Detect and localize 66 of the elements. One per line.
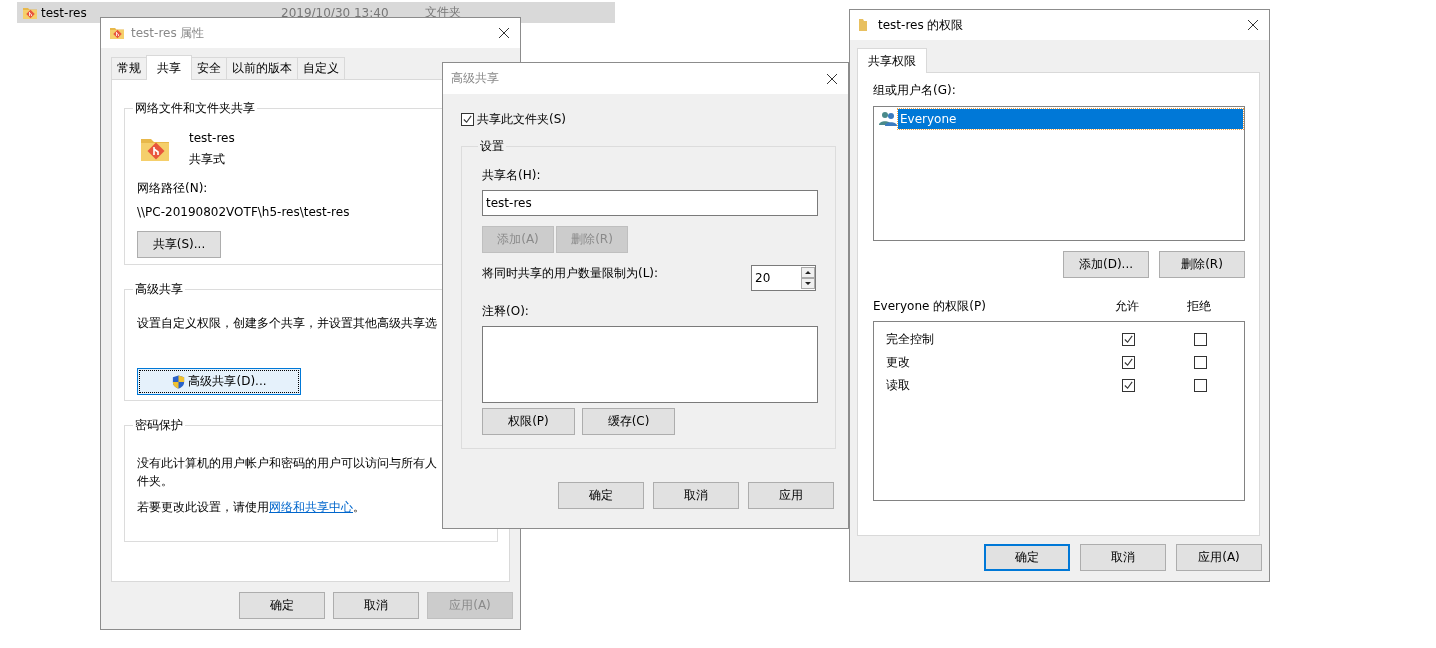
tab[interactable]: 共享权限 xyxy=(857,48,927,73)
advanced-sharing-button[interactable]: 高级共享(D)... xyxy=(137,368,301,395)
dialog-button[interactable]: 缓存(C) xyxy=(582,408,675,435)
dialog-button[interactable]: 确定 xyxy=(984,544,1070,571)
dialog-button[interactable]: 确定 xyxy=(558,482,644,509)
group-heading: 密码保护 xyxy=(134,417,184,434)
users-label: 组或用户名(G): xyxy=(873,82,957,99)
comment-label: 注释(O): xyxy=(482,303,530,320)
group-heading: 设置 xyxy=(479,138,505,155)
folder-icon xyxy=(109,25,125,41)
dialog-button[interactable]: 取消 xyxy=(653,482,739,509)
network-center-link[interactable]: 网络和共享中心 xyxy=(269,500,353,514)
share-name-field[interactable]: test-res xyxy=(482,190,818,216)
tab[interactable]: 共享 xyxy=(146,55,192,80)
tab[interactable]: 自定义 xyxy=(297,57,345,79)
dialog-button[interactable]: 权限(P) xyxy=(482,408,575,435)
file-name: test-res xyxy=(41,5,88,20)
checkbox[interactable] xyxy=(1121,356,1135,369)
tab[interactable]: 常规 xyxy=(111,57,147,79)
column-header: 允许 xyxy=(1114,298,1140,315)
user-limit-spinner[interactable]: 20 xyxy=(751,265,816,291)
window-title: test-res 的权限 xyxy=(878,16,965,34)
folder-icon xyxy=(858,18,868,32)
users-icon xyxy=(879,111,897,127)
permissions-label: Everyone 的权限(P) xyxy=(873,298,987,315)
checkbox[interactable] xyxy=(1121,379,1135,392)
dialog-button[interactable]: 应用 xyxy=(748,482,834,509)
checkbox[interactable] xyxy=(1193,379,1207,392)
description-line: 没有此计算机的用户帐户和密码的用户可以访问与所有人 xyxy=(137,455,437,472)
path-label: 网络路径(N): xyxy=(137,180,209,197)
window-title: test-res 属性 xyxy=(131,24,206,42)
group-heading: 网络文件和文件夹共享 xyxy=(134,100,256,117)
folder-name: test-res xyxy=(189,131,235,145)
group-heading: 高级共享 xyxy=(134,281,184,298)
checkbox[interactable] xyxy=(1193,333,1207,346)
network-path: \\PC-20190802VOTF\h5-res\test-res xyxy=(137,205,351,219)
checkbox[interactable] xyxy=(1121,333,1135,346)
permission-name: 完全控制 xyxy=(886,331,935,348)
share-status: 共享式 xyxy=(189,151,226,168)
share-name-label: 共享名(H): xyxy=(482,167,542,184)
dialog-button[interactable]: 应用(A) xyxy=(1176,544,1262,571)
file-date: 2019/10/30 13:40 xyxy=(281,5,390,20)
checkbox[interactable] xyxy=(1193,356,1207,369)
dialog-button[interactable]: 删除(R) xyxy=(1159,251,1245,278)
checkbox[interactable] xyxy=(461,113,474,126)
permission-name: 读取 xyxy=(886,377,911,394)
user-limit-label: 将同时共享的用户数量限制为(L): xyxy=(482,265,659,282)
spin-arrows-icon[interactable] xyxy=(801,267,815,289)
share-button[interactable]: 共享(S)... xyxy=(137,231,221,258)
checkbox-label: 共享此文件夹(S) xyxy=(477,111,566,128)
dialog-button[interactable]: 添加(D)... xyxy=(1063,251,1149,278)
close-icon[interactable] xyxy=(826,72,838,85)
dialog-button[interactable]: 取消 xyxy=(1080,544,1166,571)
dialog-button[interactable]: 确定 xyxy=(239,592,325,619)
shield-icon xyxy=(171,373,187,390)
close-icon[interactable] xyxy=(1247,19,1259,31)
permission-name: 更改 xyxy=(886,354,911,371)
description-text: 设置自定义权限，创建多个共享，并设置其他高级共享选 xyxy=(137,315,438,332)
file-type: 文件夹 xyxy=(425,4,461,21)
description-line: 件夹。 xyxy=(137,473,173,490)
column-header: 拒绝 xyxy=(1186,298,1212,315)
close-icon[interactable] xyxy=(498,27,510,39)
window-title: 高级共享 xyxy=(451,70,500,87)
dialog-button[interactable]: 取消 xyxy=(333,592,419,619)
user-item[interactable]: Everyone xyxy=(898,109,1243,129)
comment-field[interactable] xyxy=(482,326,818,403)
